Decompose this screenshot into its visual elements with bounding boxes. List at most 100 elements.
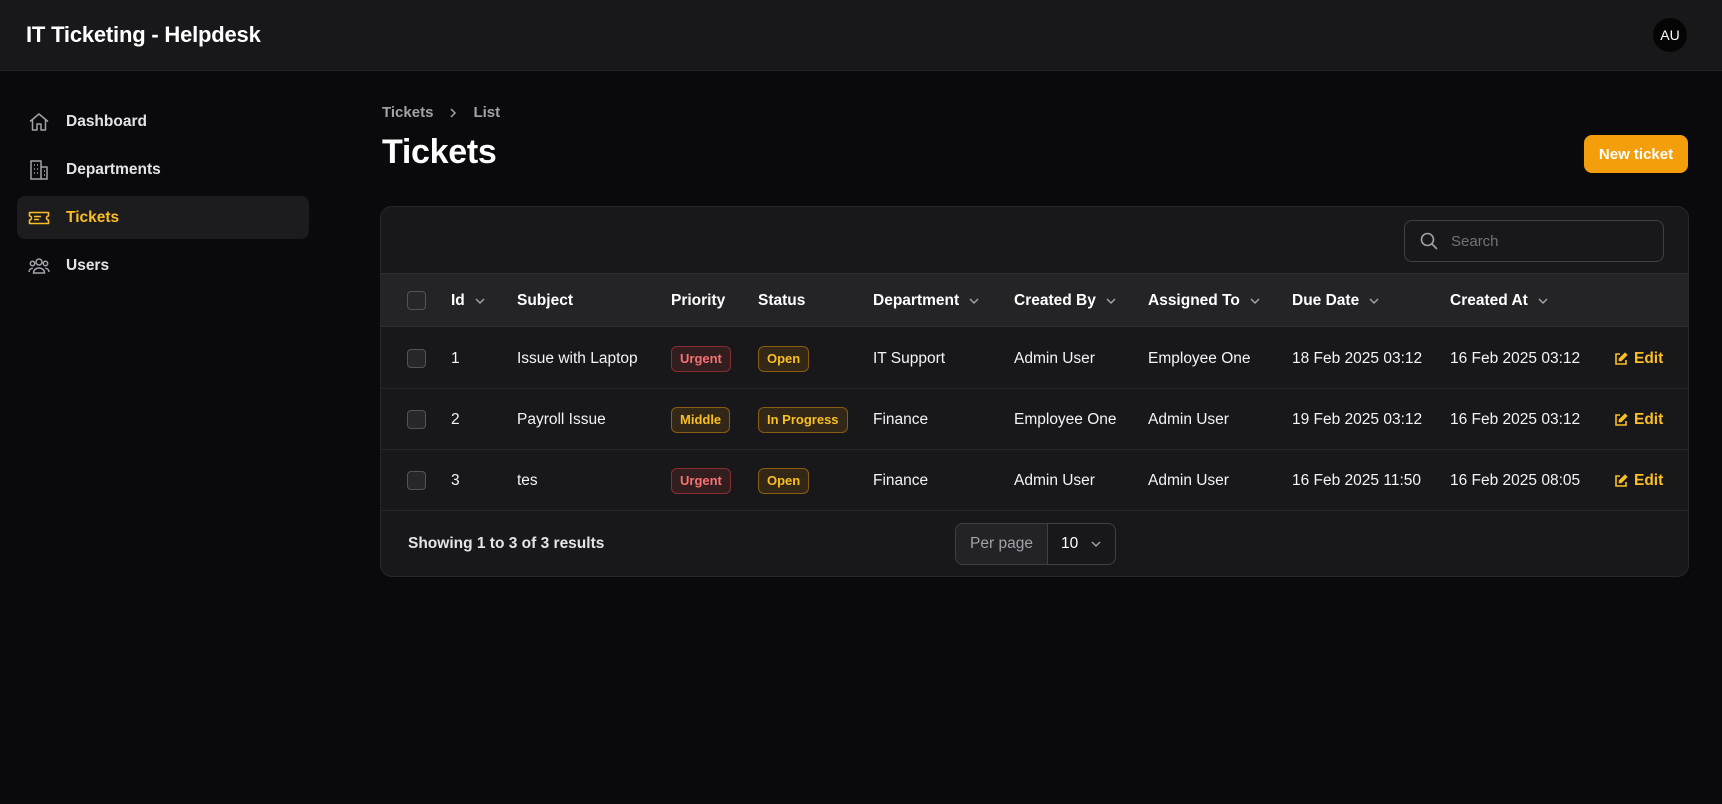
cell-subject: tes — [517, 471, 538, 489]
sidebar-item-label: Departments — [66, 160, 161, 178]
cell-priority: Urgent — [671, 328, 731, 389]
top-bar: IT Ticketing - Helpdesk AU — [0, 0, 1722, 71]
cell-due-date: 16 Feb 2025 11:50 — [1292, 471, 1421, 489]
cell-due-date: 18 Feb 2025 03:12 — [1292, 349, 1423, 367]
sort-chevron-icon[interactable] — [1105, 295, 1117, 307]
row-checkbox[interactable] — [407, 471, 426, 490]
column-label: Created At — [1450, 292, 1528, 309]
table-header: Id Subject Priority Status Department Cr… — [381, 273, 1688, 328]
cell-created-at: 16 Feb 2025 08:05 — [1450, 471, 1581, 489]
column-header-department[interactable]: Department — [873, 274, 980, 328]
ticket-icon — [27, 206, 51, 230]
table-row: 3 tes Urgent Open Finance Admin User Adm… — [381, 450, 1688, 511]
cell-created-at: 16 Feb 2025 03:12 — [1450, 349, 1581, 367]
cell-priority: Middle — [671, 389, 731, 450]
sidebar-item-dashboard[interactable]: Dashboard — [17, 100, 309, 143]
column-header-priority: Priority — [671, 274, 725, 328]
priority-badge: Middle — [671, 406, 731, 433]
cell-priority: Urgent — [671, 450, 731, 511]
column-label: Status — [758, 292, 806, 309]
column-label: Assigned To — [1148, 292, 1240, 309]
cell-assigned-to: Admin User — [1148, 410, 1229, 428]
cell-status: Open — [758, 328, 810, 389]
per-page-dropdown[interactable]: 10 — [1048, 524, 1115, 564]
per-page-select[interactable]: Per page 10 — [955, 523, 1116, 565]
column-label: Id — [451, 292, 465, 309]
tickets-table-card: Id Subject Priority Status Department Cr… — [380, 206, 1689, 577]
sidebar-item-users[interactable]: Users — [17, 244, 309, 287]
column-header-status: Status — [758, 274, 805, 328]
column-label: Subject — [517, 292, 573, 309]
table-footer: Showing 1 to 3 of 3 results Per page 10 — [381, 510, 1688, 576]
chevron-right-icon — [447, 107, 459, 119]
breadcrumb-item-tickets[interactable]: Tickets — [382, 104, 433, 121]
search-input[interactable] — [1451, 232, 1651, 250]
sort-chevron-icon[interactable] — [474, 295, 486, 307]
status-badge: In Progress — [758, 406, 848, 433]
row-checkbox[interactable] — [407, 349, 426, 368]
cell-id: 3 — [451, 471, 460, 489]
column-label: Due Date — [1292, 292, 1360, 309]
edit-label: Edit — [1634, 349, 1664, 367]
page-title: Tickets — [382, 133, 497, 171]
column-label: Created By — [1014, 292, 1096, 309]
priority-badge: Urgent — [671, 467, 731, 494]
column-header-subject: Subject — [517, 274, 573, 328]
search-field[interactable] — [1404, 220, 1664, 262]
cell-created-by: Employee One — [1014, 410, 1117, 428]
edit-icon — [1615, 473, 1628, 487]
cell-id: 2 — [451, 410, 460, 428]
results-summary: Showing 1 to 3 of 3 results — [408, 535, 605, 552]
priority-badge: Urgent — [671, 345, 731, 372]
column-header-id[interactable]: Id — [451, 274, 486, 328]
chevron-down-icon — [1091, 541, 1101, 548]
edit-icon — [1615, 351, 1628, 365]
cell-actions: Edit — [1614, 389, 1663, 450]
app-title: IT Ticketing - Helpdesk — [26, 22, 261, 47]
sort-chevron-icon[interactable] — [1537, 295, 1549, 307]
cell-due-date: 19 Feb 2025 03:12 — [1292, 410, 1423, 428]
column-header-created-by[interactable]: Created By — [1014, 274, 1117, 328]
edit-icon — [1615, 412, 1628, 426]
building-icon — [27, 158, 51, 182]
column-label: Priority — [671, 292, 726, 309]
sidebar-item-tickets[interactable]: Tickets — [17, 196, 309, 239]
column-header-assigned-to[interactable]: Assigned To — [1148, 274, 1261, 328]
sidebar-item-label: Tickets — [66, 208, 120, 226]
per-page-label: Per page — [956, 524, 1048, 564]
cell-id: 1 — [451, 349, 460, 367]
edit-label: Edit — [1634, 471, 1664, 489]
cell-actions: Edit — [1614, 328, 1663, 389]
cell-assigned-to: Employee One — [1148, 349, 1251, 367]
sort-chevron-icon[interactable] — [1368, 295, 1380, 307]
sort-chevron-icon[interactable] — [1249, 295, 1261, 307]
per-page-value: 10 — [1061, 535, 1079, 552]
sidebar-item-label: Users — [66, 256, 110, 274]
home-icon — [27, 110, 51, 134]
edit-link[interactable]: Edit — [1614, 350, 1663, 368]
column-header-due-date[interactable]: Due Date — [1292, 274, 1380, 328]
cell-assigned-to: Admin User — [1148, 471, 1229, 489]
cell-created-by: Admin User — [1014, 349, 1095, 367]
new-ticket-button[interactable]: New ticket — [1584, 135, 1688, 173]
column-header-created-at[interactable]: Created At — [1450, 274, 1549, 328]
sidebar: Dashboard Departments Tickets Users — [17, 100, 309, 292]
row-checkbox[interactable] — [407, 410, 426, 429]
cell-department: Finance — [873, 410, 929, 428]
sidebar-item-label: Dashboard — [66, 112, 147, 130]
cell-department: IT Support — [873, 349, 946, 367]
search-icon — [1419, 231, 1439, 251]
edit-label: Edit — [1634, 410, 1664, 428]
cell-status: Open — [758, 450, 810, 511]
select-all-checkbox[interactable] — [407, 291, 426, 310]
sidebar-item-departments[interactable]: Departments — [17, 148, 309, 191]
edit-link[interactable]: Edit — [1614, 411, 1663, 429]
sort-chevron-icon[interactable] — [968, 295, 980, 307]
table-row: 1 Issue with Laptop Urgent Open IT Suppo… — [381, 328, 1688, 389]
cell-created-at: 16 Feb 2025 03:12 — [1450, 410, 1581, 428]
breadcrumb-item-list: List — [473, 104, 501, 121]
user-avatar[interactable]: AU — [1653, 18, 1687, 52]
edit-link[interactable]: Edit — [1614, 472, 1663, 490]
cell-status: In Progress — [758, 389, 848, 450]
status-badge: Open — [758, 467, 810, 494]
